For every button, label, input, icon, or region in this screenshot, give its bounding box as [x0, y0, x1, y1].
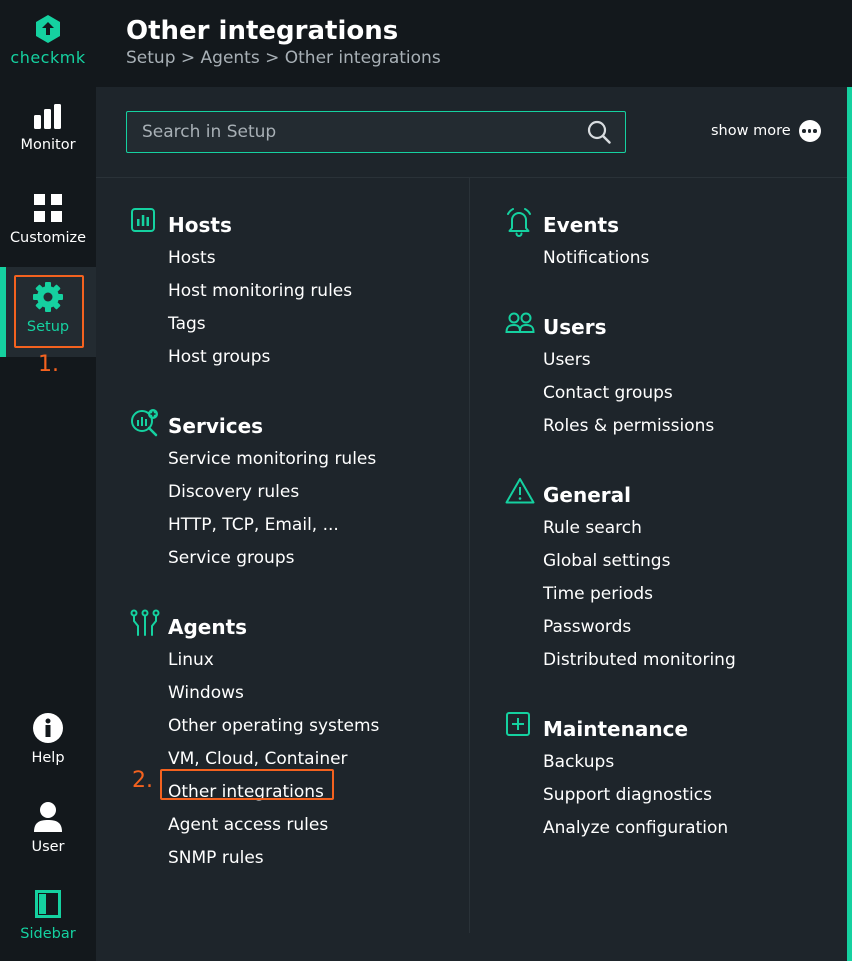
section-maintenance-title: Maintenance [543, 717, 689, 741]
logo-text-check: check [10, 48, 60, 67]
search-row: show more [96, 87, 847, 178]
nav-user-label: User [31, 839, 65, 855]
menu-item-agent-access-rules[interactable]: Agent access rules [130, 815, 379, 848]
menu-item-other-operating-systems[interactable]: Other operating systems [130, 716, 379, 749]
plus-box-icon [506, 712, 530, 736]
customize-icon [34, 194, 62, 222]
section-general: General Rule search Global settings Time… [505, 478, 736, 683]
menu-item-passwords[interactable]: Passwords [505, 617, 736, 650]
menu-item-time-periods[interactable]: Time periods [505, 584, 736, 617]
nav-customize-label: Customize [9, 230, 87, 246]
menu-item-contact-groups[interactable]: Contact groups [505, 383, 714, 416]
search-icon[interactable] [587, 120, 611, 144]
nav-user[interactable]: User [0, 801, 96, 891]
menu-item-service-monitoring-rules[interactable]: Service monitoring rules [130, 449, 376, 482]
search-input[interactable] [127, 112, 577, 152]
menu-item-notifications[interactable]: Notifications [505, 248, 649, 281]
warning-icon [505, 478, 535, 504]
logo-text-mk: mk [59, 48, 86, 67]
checkmk-logo-icon [36, 15, 60, 43]
menu-item-linux[interactable]: Linux [130, 650, 379, 683]
more-dots-icon [798, 120, 821, 142]
page-title: Other integrations [126, 16, 399, 46]
menu-item-service-groups[interactable]: Service groups [130, 548, 376, 581]
section-agents-title: Agents [168, 615, 248, 639]
menu-item-discovery-rules[interactable]: Discovery rules [130, 482, 376, 515]
section-services-title: Services [168, 414, 264, 438]
section-hosts: Hosts Hosts Host monitoring rules Tags H… [130, 208, 352, 380]
bell-icon [507, 208, 531, 237]
menu-item-support-diagnostics[interactable]: Support diagnostics [505, 785, 728, 818]
section-general-title: General [543, 483, 631, 507]
agents-icon [130, 609, 160, 636]
hosts-icon [131, 208, 155, 232]
menu-item-host-monitoring-rules[interactable]: Host monitoring rules [130, 281, 352, 314]
menu-item-tags[interactable]: Tags [130, 314, 352, 347]
menu-item-distributed-monitoring[interactable]: Distributed monitoring [505, 650, 736, 683]
breadcrumb[interactable]: Setup > Agents > Other integrations [126, 48, 441, 68]
section-hosts-title: Hosts [168, 213, 232, 237]
step-1-marker: 1. [38, 352, 59, 377]
section-maintenance: Maintenance Backups Support diagnostics … [505, 712, 728, 851]
section-events: Events Notifications [505, 208, 649, 281]
section-services: Services Service monitoring rules Discov… [130, 409, 376, 581]
menu-item-windows[interactable]: Windows [130, 683, 379, 716]
step-2-marker: 2. [132, 768, 153, 793]
section-users-title: Users [543, 315, 607, 339]
menu-item-host-groups[interactable]: Host groups [130, 347, 352, 380]
nav-help[interactable]: Help [0, 712, 96, 802]
info-icon [33, 713, 63, 743]
nav-help-label: Help [31, 750, 65, 766]
user-icon [34, 802, 62, 832]
menu-item-http-tcp-email[interactable]: HTTP, TCP, Email, ... [130, 515, 376, 548]
checkmk-logo[interactable]: checkmk [0, 14, 96, 67]
show-more-label: show more [711, 123, 791, 139]
menu-item-roles-permissions[interactable]: Roles & permissions [505, 416, 714, 449]
section-users: Users Users Contact groups Roles & permi… [505, 312, 714, 449]
nav-sidebar-label: Sidebar [20, 926, 76, 942]
section-agents: Agents Linux Windows Other operating sys… [130, 609, 379, 881]
nav-sidebar[interactable]: Sidebar [0, 890, 96, 961]
scrollbar-accent[interactable] [847, 87, 852, 961]
menu-item-global-settings[interactable]: Global settings [505, 551, 736, 584]
main-navigation: checkmk Monitor Customize Setup 1. Help … [0, 0, 96, 961]
services-icon [131, 409, 158, 437]
menu-item-analyze-configuration[interactable]: Analyze configuration [505, 818, 728, 851]
menu-item-hosts[interactable]: Hosts [130, 248, 352, 281]
menu-item-users[interactable]: Users [505, 350, 714, 383]
search-box[interactable] [126, 111, 626, 153]
monitor-icon [34, 104, 61, 129]
nav-monitor-label: Monitor [20, 137, 76, 153]
setup-highlight-box [14, 275, 84, 348]
menu-item-backups[interactable]: Backups [505, 752, 728, 785]
column-divider [469, 178, 470, 933]
menu-item-snmp-rules[interactable]: SNMP rules [130, 848, 379, 881]
sidebar-icon [35, 890, 61, 918]
page-header: Other integrations Setup > Agents > Othe… [96, 0, 852, 87]
show-more-button[interactable]: show more [711, 120, 821, 142]
setup-main-area: show more Hosts Hosts Host monitoring ru… [96, 87, 852, 961]
menu-item-rule-search[interactable]: Rule search [505, 518, 736, 551]
nav-setup[interactable]: Setup [0, 267, 96, 357]
menu-item-other-integrations-row: 2. Other integrations [130, 769, 379, 815]
nav-monitor[interactable]: Monitor [0, 103, 96, 193]
other-integrations-highlight-box [160, 769, 334, 800]
section-events-title: Events [543, 213, 619, 237]
users-icon [505, 312, 535, 333]
